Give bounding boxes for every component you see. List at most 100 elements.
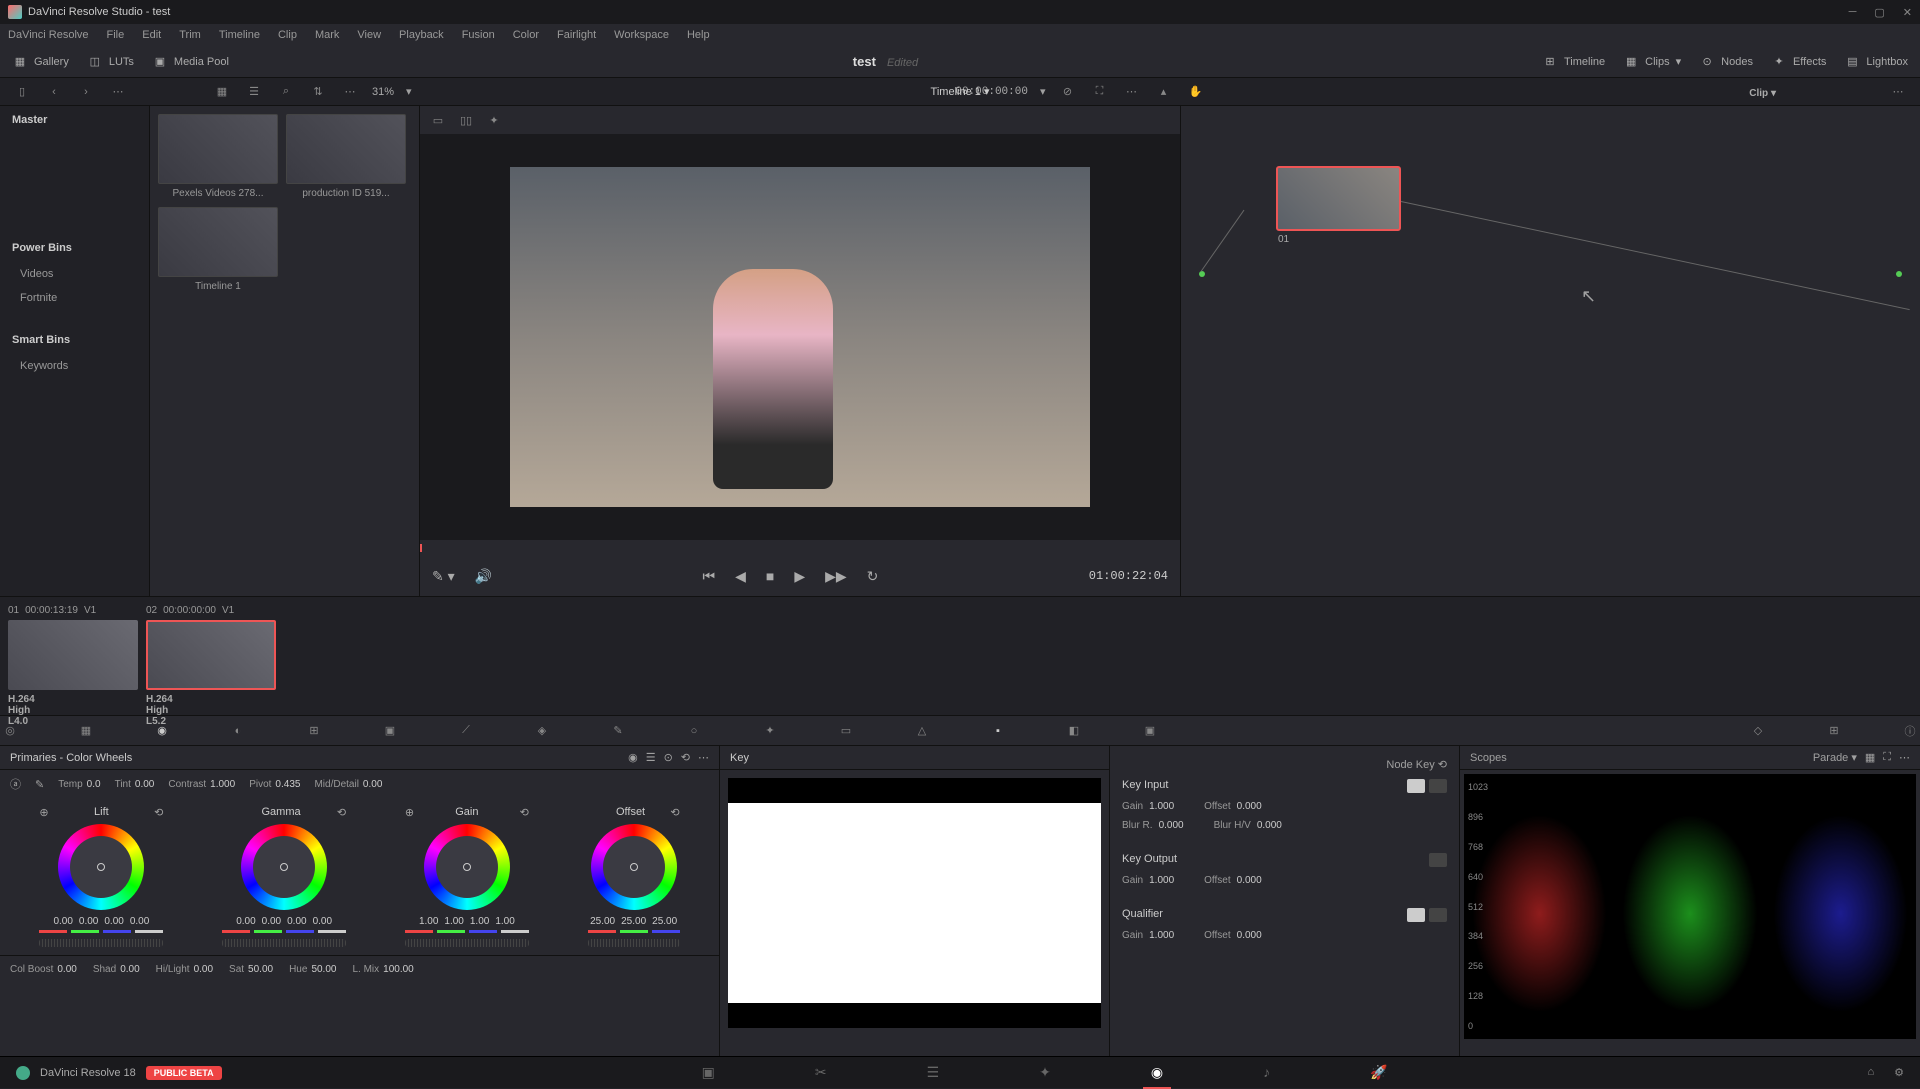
- gallery-button[interactable]: ▦Gallery: [12, 54, 69, 70]
- hilight-value[interactable]: 0.00: [194, 964, 213, 975]
- minimize-button[interactable]: ─: [1849, 6, 1857, 19]
- menu-help[interactable]: Help: [687, 29, 710, 41]
- lift-picker-icon[interactable]: ⊕: [39, 806, 48, 824]
- scope-menu-icon[interactable]: ⋯: [1899, 751, 1910, 764]
- effects-button[interactable]: ✦Effects: [1771, 54, 1826, 70]
- matte-icon[interactable]: [1407, 779, 1425, 793]
- node-menu-icon[interactable]: ⋯: [1888, 82, 1908, 102]
- lmix-value[interactable]: 100.00: [383, 964, 414, 975]
- viewer-menu-icon[interactable]: ⋯: [1122, 82, 1142, 102]
- menu-davinci[interactable]: DaVinci Resolve: [8, 29, 89, 41]
- invert-icon[interactable]: [1429, 779, 1447, 793]
- picker-icon[interactable]: ✎ ▾: [432, 568, 455, 585]
- fusion-page-icon[interactable]: ✦: [1039, 1064, 1051, 1081]
- motion-icon[interactable]: ▣: [380, 721, 400, 741]
- warper-icon[interactable]: ◈: [532, 721, 552, 741]
- expand-icon[interactable]: ⛶: [1090, 82, 1110, 102]
- qualifier-icon[interactable]: ✎: [608, 721, 628, 741]
- hue-value[interactable]: 50.00: [311, 964, 336, 975]
- dual-view-icon[interactable]: ▯▯: [456, 110, 476, 130]
- input-blur-r[interactable]: 0.000: [1159, 820, 1184, 831]
- corrector-node[interactable]: 01: [1276, 166, 1401, 246]
- keyframe-icon[interactable]: ◇: [1748, 721, 1768, 741]
- powerbins-header[interactable]: Power Bins: [0, 234, 149, 262]
- info-icon[interactable]: ⓘ: [1900, 721, 1920, 741]
- grid-view-icon[interactable]: ▦: [212, 82, 232, 102]
- menu-fairlight[interactable]: Fairlight: [557, 29, 596, 41]
- bin-fortnite[interactable]: Fortnite: [0, 286, 149, 310]
- luts-button[interactable]: ◫LUTs: [87, 54, 134, 70]
- lightbox-button[interactable]: ▤Lightbox: [1844, 54, 1908, 70]
- pointer-icon[interactable]: ▴: [1154, 82, 1174, 102]
- edit-page-icon[interactable]: ☰: [927, 1064, 940, 1081]
- home-icon[interactable]: ⌂: [1867, 1066, 1874, 1079]
- bypass-icon[interactable]: ⊘: [1058, 82, 1078, 102]
- timeline-clip[interactable]: 02 00:00:00:00 V1 H.264 High L5.2: [146, 605, 276, 707]
- wheel-mode-icon[interactable]: ◉: [628, 751, 638, 764]
- tracker-icon[interactable]: ✦: [760, 721, 780, 741]
- key-reset-icon[interactable]: ⟲: [1438, 759, 1447, 771]
- hand-icon[interactable]: ✋: [1186, 82, 1206, 102]
- menu-icon[interactable]: ⋯: [108, 82, 128, 102]
- timeline-clip[interactable]: 01 00:00:13:19 V1 H.264 High L4.0: [8, 605, 138, 707]
- pivot-value[interactable]: 0.435: [275, 779, 300, 790]
- tint-value[interactable]: 0.00: [135, 779, 154, 790]
- next-icon[interactable]: ›: [76, 82, 96, 102]
- input-blur-hv[interactable]: 0.000: [1257, 820, 1282, 831]
- scope-layout-icon[interactable]: ▦: [1865, 751, 1875, 764]
- color-match-icon[interactable]: ▦: [76, 721, 96, 741]
- qual-offset[interactable]: 0.000: [1237, 930, 1262, 941]
- deliver-page-icon[interactable]: 🚀: [1370, 1064, 1387, 1081]
- log-mode-icon[interactable]: ⊙: [664, 751, 673, 764]
- hdr-icon[interactable]: ◐: [228, 721, 248, 741]
- gain-master-wheel[interactable]: [405, 939, 529, 947]
- mute-icon[interactable]: 🔊: [475, 568, 492, 585]
- single-view-icon[interactable]: ▭: [428, 110, 448, 130]
- loop-button[interactable]: ↻: [867, 568, 879, 585]
- master-bin[interactable]: Master: [0, 106, 149, 134]
- graph-input-icon[interactable]: [1199, 271, 1205, 277]
- scopes-toggle-icon[interactable]: ⊞: [1824, 721, 1844, 741]
- 3d-icon[interactable]: ▣: [1140, 721, 1160, 741]
- scope-expand-icon[interactable]: ⛶: [1883, 751, 1891, 764]
- cut-page-icon[interactable]: ✂: [815, 1064, 827, 1081]
- graph-output-icon[interactable]: [1896, 271, 1902, 277]
- input-offset[interactable]: 0.000: [1237, 801, 1262, 812]
- search-icon[interactable]: ⌕: [276, 82, 296, 102]
- menu-playback[interactable]: Playback: [399, 29, 444, 41]
- offset-master-wheel[interactable]: [588, 939, 680, 947]
- media-item[interactable]: Timeline 1: [158, 207, 278, 292]
- offset-wheel[interactable]: [591, 824, 677, 910]
- temp-value[interactable]: 0.0: [87, 779, 101, 790]
- auto-balance-icon[interactable]: ⓐ: [10, 776, 21, 792]
- sort-icon[interactable]: ⇅: [308, 82, 328, 102]
- middetail-value[interactable]: 0.00: [363, 779, 382, 790]
- settings-icon[interactable]: ⚙: [1894, 1066, 1904, 1079]
- menu-file[interactable]: File: [107, 29, 125, 41]
- media-item[interactable]: production ID 519...: [286, 114, 406, 199]
- rgb-mixer-icon[interactable]: ⊞: [304, 721, 324, 741]
- clips-button[interactable]: ▦Clips▾: [1623, 54, 1681, 70]
- lift-reset-icon[interactable]: ⟲: [154, 806, 163, 824]
- stop-button[interactable]: ■: [766, 568, 774, 584]
- expand-icon[interactable]: ⋯: [698, 751, 709, 764]
- menu-color[interactable]: Color: [513, 29, 539, 41]
- gamma-reset-icon[interactable]: ⟲: [337, 806, 346, 824]
- menu-fusion[interactable]: Fusion: [462, 29, 495, 41]
- sizing-icon[interactable]: ◧: [1064, 721, 1084, 741]
- qual-gain[interactable]: 1.000: [1149, 930, 1174, 941]
- media-page-icon[interactable]: ▣: [702, 1064, 715, 1081]
- scrubber[interactable]: [420, 540, 1180, 556]
- camera-raw-icon[interactable]: ◎: [0, 721, 20, 741]
- menu-view[interactable]: View: [357, 29, 381, 41]
- input-gain[interactable]: 1.000: [1149, 801, 1174, 812]
- window-icon[interactable]: ○: [684, 721, 704, 741]
- maximize-button[interactable]: ▢: [1874, 6, 1884, 19]
- offset-reset-icon[interactable]: ⟲: [670, 806, 679, 824]
- lift-wheel[interactable]: [58, 824, 144, 910]
- video-preview[interactable]: [510, 167, 1090, 507]
- timeline-name[interactable]: Timeline 1 ▾: [931, 85, 990, 98]
- gamma-wheel[interactable]: [241, 824, 327, 910]
- mediapool-button[interactable]: ▣Media Pool: [152, 54, 229, 70]
- gain-reset-icon[interactable]: ⟲: [520, 806, 529, 824]
